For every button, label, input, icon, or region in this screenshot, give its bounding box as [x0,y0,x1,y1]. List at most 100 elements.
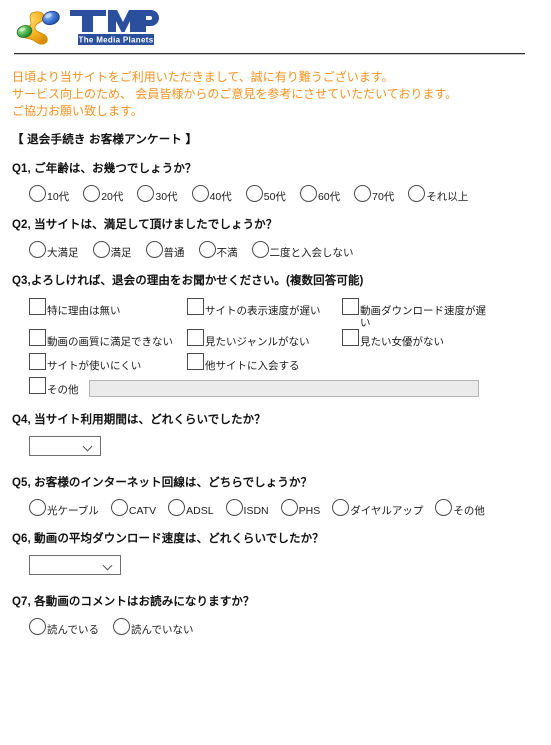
q2-option-2-label: 普通 [163,247,185,259]
radio-icon[interactable] [299,185,317,202]
q3-other-label: その他 [47,384,79,396]
site-logo[interactable]: The Media Planets [14,6,551,48]
q7-option-1[interactable]: 読んでいない [112,618,193,636]
radio-icon[interactable] [225,499,243,516]
radio-icon[interactable] [435,499,453,516]
radio-icon[interactable] [408,185,426,202]
q3-option-7[interactable]: 他サイトに入会する [187,353,342,372]
q3-option-1-label: サイトの表示速度が遅い [205,305,321,317]
q2-option-4-label: 二度と入会しない [269,247,354,259]
q3-option-0[interactable]: 特に理由は無い [29,298,187,317]
q2-option-2[interactable]: 普通 [145,241,185,259]
radio-icon[interactable] [29,185,46,202]
q3-option-2[interactable]: 動画ダウンロード速度が遅い [342,298,492,329]
q1-option-3[interactable]: 40代 [191,185,232,203]
q3-option-6[interactable]: サイトが使いにくい [29,353,187,372]
question-q3: Q3,よろしければ、退会の理由をお聞かせください。(複数回答可能) 特に理由は無… [12,272,551,397]
q1-option-6-label: 70代 [372,191,395,203]
question-q7: Q7, 各動画のコメントはお読みになりますか？ 読んでいる 読んでいない [12,593,551,636]
q3-row-2: 動画の画質に満足できない 見たいジャンルがない 見たい女優がない [29,329,541,348]
checkbox-icon[interactable] [29,353,46,370]
q3-option-2-label: 動画ダウンロード速度が遅い [360,305,486,329]
q3-option-3[interactable]: 動画の画質に満足できない [29,329,187,348]
q7-option-0[interactable]: 読んでいる [29,618,99,636]
chevron-down-icon [84,443,92,448]
q1-option-0[interactable]: 10代 [29,185,69,203]
radio-icon[interactable] [198,241,216,258]
checkbox-icon[interactable] [187,298,204,315]
radio-icon[interactable] [112,618,130,635]
radio-icon[interactable] [145,241,163,258]
q5-option-0[interactable]: 光ケーブル [29,499,99,517]
q5-option-4[interactable]: PHS [280,499,320,517]
radio-icon[interactable] [29,499,46,516]
q5-option-0-label: 光ケーブル [47,505,99,517]
checkbox-icon[interactable] [187,329,204,346]
radio-icon[interactable] [354,185,372,202]
q3-option-1[interactable]: サイトの表示速度が遅い [187,298,342,317]
q3-option-4[interactable]: 見たいジャンルがない [187,329,342,348]
q1-option-5[interactable]: 60代 [299,185,340,203]
header-divider [14,53,525,55]
radio-icon[interactable] [251,241,269,258]
q1-option-4-label: 50代 [263,191,286,203]
tmp-wordmark-icon: The Media Planets [70,10,159,45]
q2-option-3[interactable]: 不満 [198,241,238,259]
q5-option-3[interactable]: ISDN [225,499,269,517]
q4-select[interactable] [29,436,101,456]
q7-options: 読んでいる 読んでいない [29,618,551,636]
q4-label: Q4, 当サイト利用期間は、どれくらいでしたか？ [12,414,266,426]
checkbox-icon[interactable] [342,298,359,315]
q1-option-3-label: 40代 [209,191,232,203]
q3-label: Q3,よろしければ、退会の理由をお聞かせください。(複数回答可能) [12,275,364,287]
tagline-text: The Media Planets [79,35,154,44]
q5-option-2[interactable]: ADSL [168,499,214,517]
q1-option-2[interactable]: 30代 [137,185,178,203]
q3-other-input[interactable] [88,380,479,397]
q7-label: Q7, 各動画のコメントはお読みになりますか？ [12,596,255,608]
radio-icon[interactable] [83,185,101,202]
question-q6: Q6, 動画の平均ダウンロード速度は、どれくらいでしたか？ [12,530,551,580]
radio-icon[interactable] [92,241,110,258]
q4-select-wrap [29,436,101,456]
q6-select[interactable] [29,555,121,575]
radio-icon[interactable] [191,185,209,202]
radio-icon[interactable] [29,618,46,635]
q2-option-0-label: 大満足 [47,247,79,259]
q1-option-1[interactable]: 20代 [83,185,123,203]
q1-option-7[interactable]: それ以上 [408,185,469,203]
q1-option-7-label: それ以上 [426,191,469,203]
intro-line-1: 日頃より当サイトをご利用いただきまして、誠に有り難うございます。 [12,70,394,84]
radio-icon[interactable] [137,185,155,202]
q2-label: Q2, 当サイトは、満足して頂けましたでしょうか？ [12,219,278,231]
q1-option-4[interactable]: 50代 [245,185,286,203]
q5-option-3-label: ISDN [243,505,269,517]
q2-option-4[interactable]: 二度と入会しない [251,241,354,259]
radio-icon[interactable] [245,185,263,202]
q5-option-2-label: ADSL [186,505,214,517]
q5-option-5[interactable]: ダイヤルアップ [332,499,424,517]
question-q5: Q5, お客様のインターネット回線は、どちらでしょうか？ 光ケーブル CATV … [12,474,551,517]
q5-option-6[interactable]: その他 [435,499,485,517]
q1-label: Q1, ご年齢は、お幾つでしょうか？ [12,163,197,175]
q1-option-6[interactable]: 70代 [354,185,395,203]
q5-option-1[interactable]: CATV [110,499,156,517]
q2-option-1[interactable]: 満足 [92,241,132,259]
q3-option-other[interactable]: その他 [29,377,79,396]
checkbox-icon[interactable] [29,329,46,346]
question-q2: Q2, 当サイトは、満足して頂けましたでしょうか？ 大満足 満足 普通 不満 二… [12,216,551,259]
radio-icon[interactable] [29,241,46,258]
checkbox-icon[interactable] [29,377,46,394]
chevron-down-icon [104,562,112,567]
checkbox-icon[interactable] [342,329,359,346]
q3-option-6-label: サイトが使いにくい [47,360,142,372]
checkbox-icon[interactable] [29,298,46,315]
q5-option-5-label: ダイヤルアップ [350,505,424,517]
radio-icon[interactable] [280,499,298,516]
radio-icon[interactable] [168,499,186,516]
radio-icon[interactable] [110,499,128,516]
checkbox-icon[interactable] [187,353,204,370]
radio-icon[interactable] [332,499,350,516]
q2-option-0[interactable]: 大満足 [29,241,79,259]
q3-option-5[interactable]: 見たい女優がない [342,329,492,348]
